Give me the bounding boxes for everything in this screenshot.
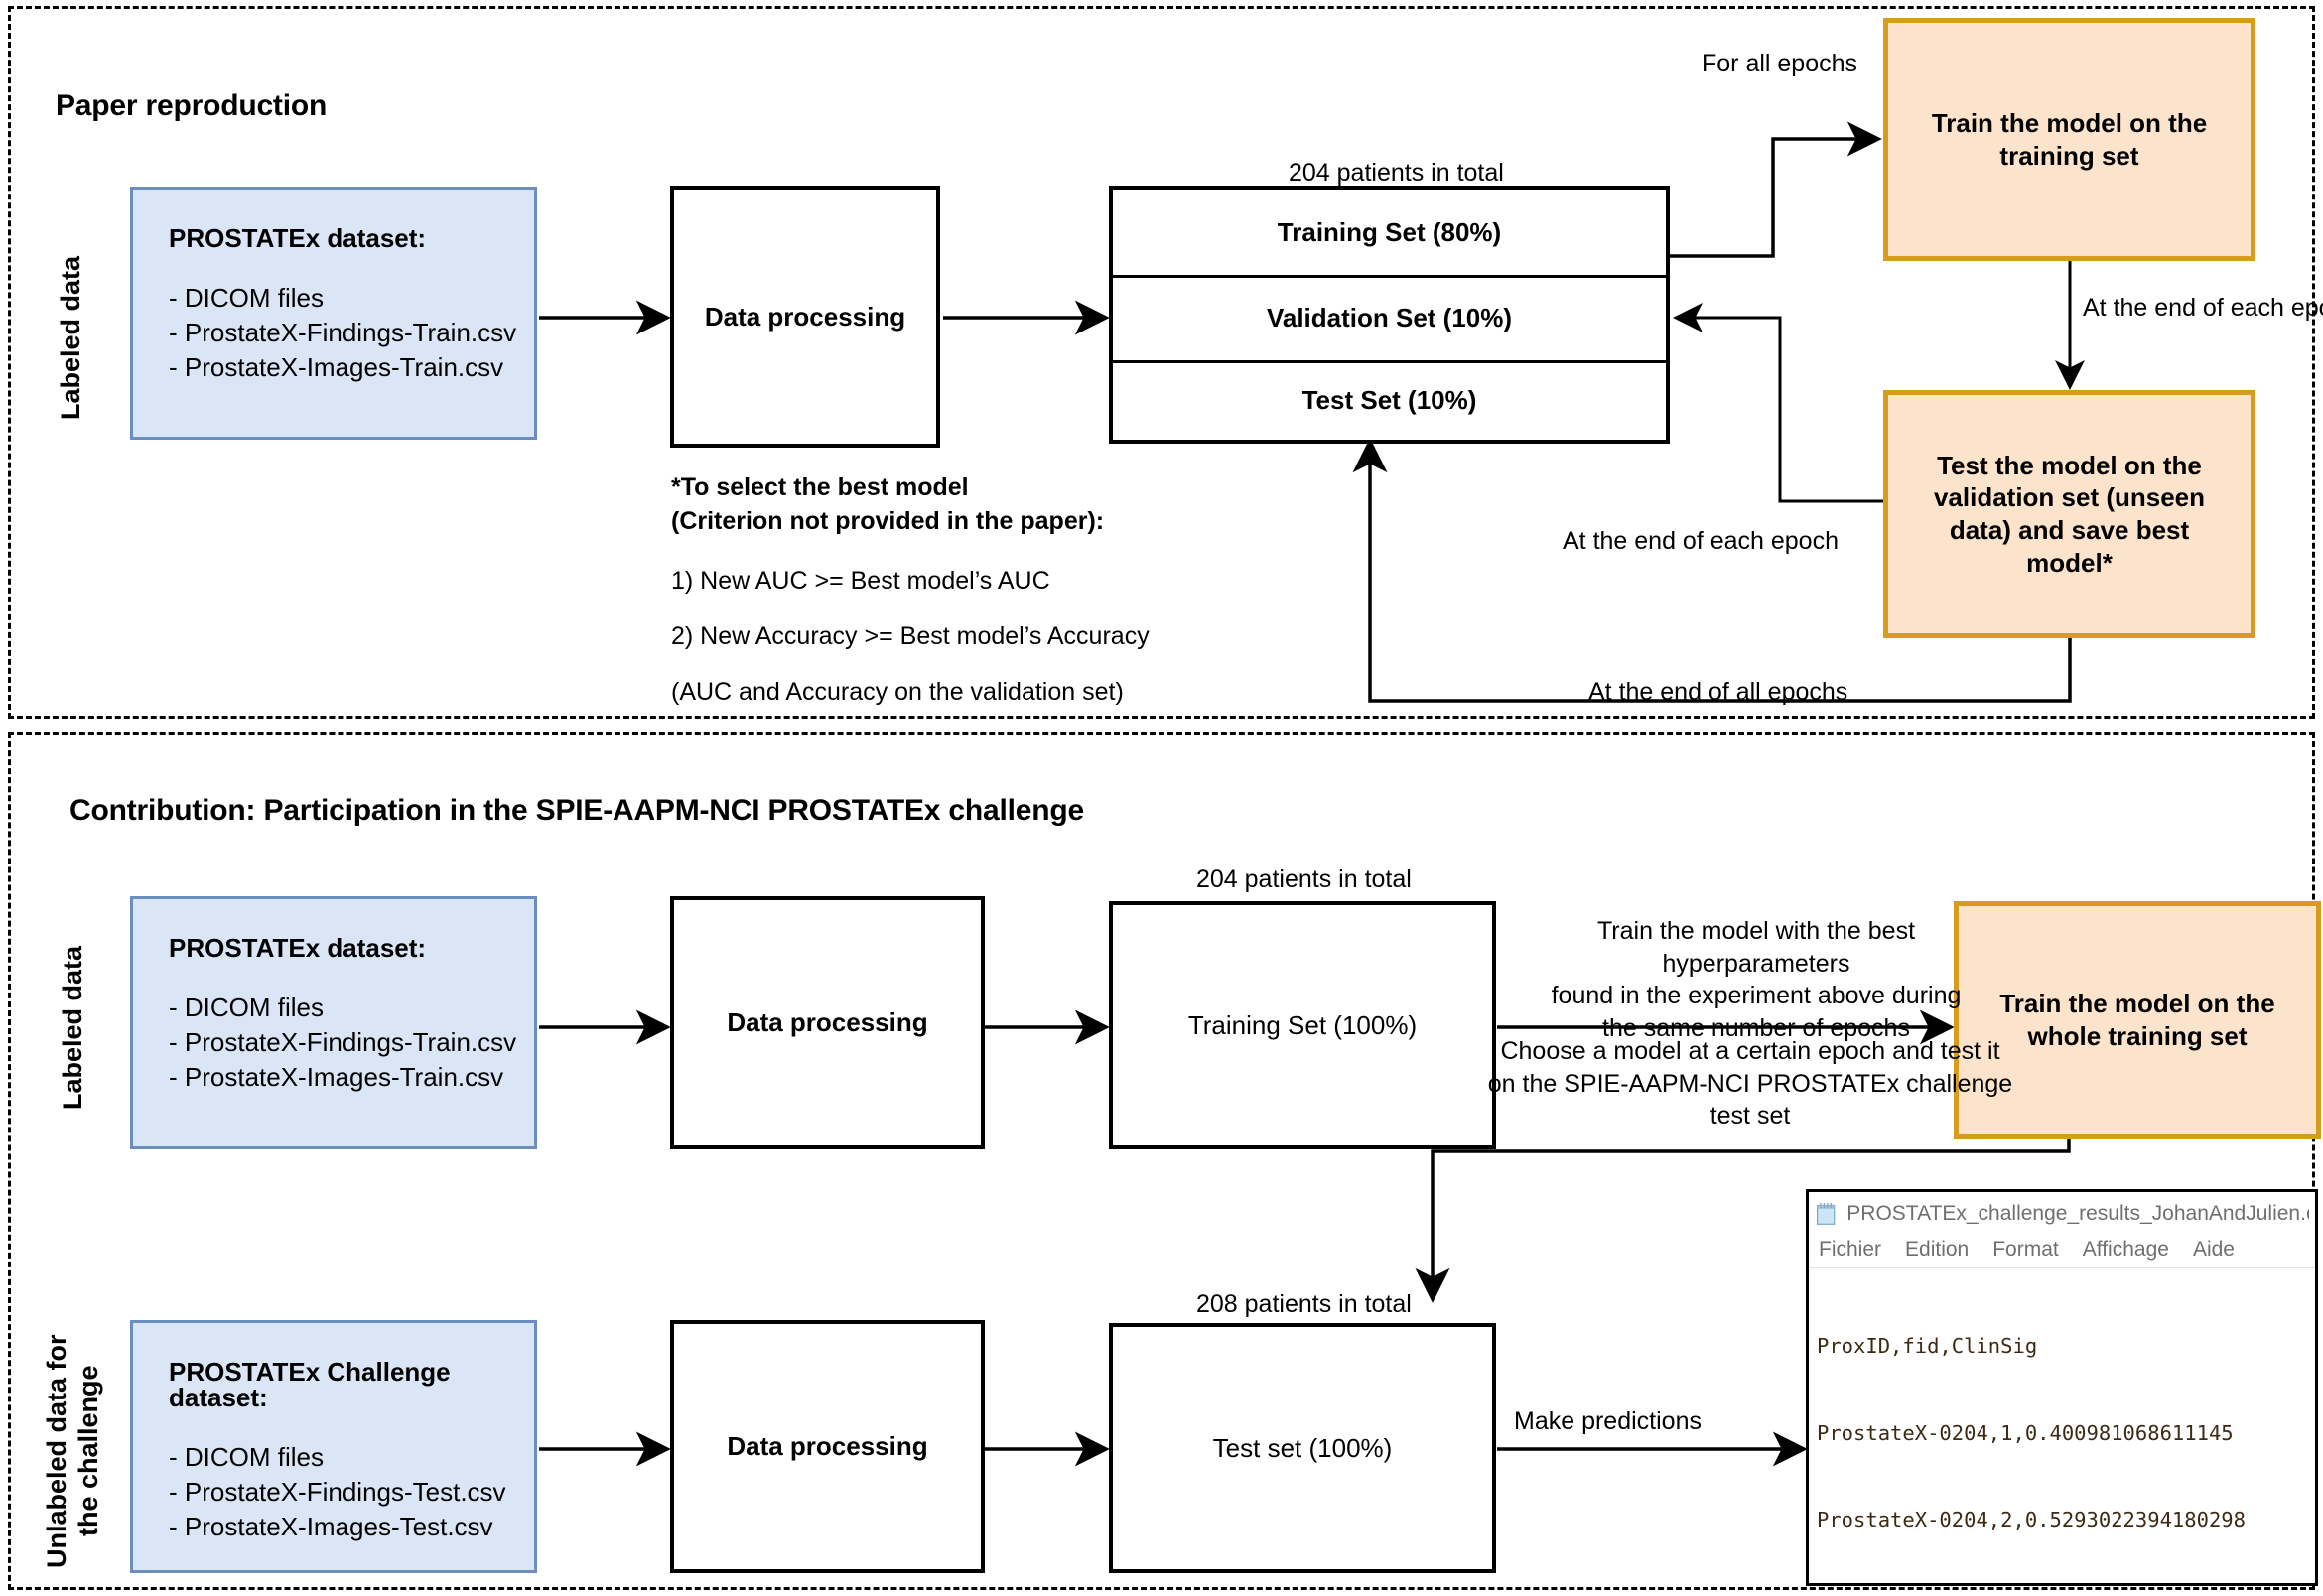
diagram-canvas: Paper reproduction Labeled data PROSTATE… — [0, 0, 2323, 1596]
menu-item-edition[interactable]: Edition — [1905, 1238, 1969, 1262]
menu-item-format[interactable]: Format — [1992, 1238, 2059, 1262]
prostatex-dataset-box-top-content: PROSTATEx dataset: - DICOM files - Prost… — [169, 225, 516, 389]
data-processing-label: Data processing — [704, 301, 906, 332]
dataset-item: - ProstateX-Findings-Train.csv — [169, 318, 517, 347]
notepad-menubar[interactable]: Fichier Edition Format Affichage Aide — [1809, 1236, 2315, 1268]
side-label-labeled-data-top: Labeled data — [56, 255, 85, 420]
dataset-title: PROSTATEx dataset: — [169, 223, 427, 253]
dataset-item: - ProstateX-Images-Test.csv — [169, 1512, 493, 1541]
notepad-text-area[interactable]: ProxID,fid,ClinSig ProstateX-0204,1,0.40… — [1809, 1268, 2315, 1583]
split-row-training: Training Set (80%) — [1277, 216, 1502, 247]
prostatex-dataset-box-bottom-content: PROSTATEx dataset: - DICOM files - Prost… — [169, 935, 516, 1099]
menu-item-aide[interactable]: Aide — [2193, 1238, 2235, 1262]
edge-label-train-hyperparameters: Train the model with the best hyperparam… — [1551, 917, 1962, 1042]
split-caption-top: 204 patients in total — [1289, 159, 1504, 187]
csv-line: ProxID,fid,ClinSig — [1817, 1334, 2038, 1359]
criterion-item: 2) New Accuracy >= Best model’s Accuracy — [671, 621, 1150, 650]
dataset-item: - DICOM files — [169, 1442, 324, 1472]
panel-top-title: Paper reproduction — [56, 89, 328, 122]
train-model-box-top: Train the model on the training set — [1883, 18, 2255, 261]
data-processing-box-train: Data processing — [670, 896, 985, 1149]
prostatex-challenge-dataset-box-content: PROSTATEx Challenge dataset: - DICOM fil… — [169, 1359, 534, 1548]
dataset-title: PROSTATEx dataset: — [169, 933, 427, 963]
csv-line: ProstateX-0204,2,0.5293022394180298 — [1817, 1507, 2246, 1531]
best-model-criterion-note: *To select the best model (Criterion not… — [671, 471, 1150, 735]
prostatex-dataset-box-top: PROSTATEx dataset: - DICOM files - Prost… — [130, 187, 537, 440]
dataset-item: - ProstateX-Images-Train.csv — [169, 352, 504, 382]
data-processing-box-test: Data processing — [670, 1320, 985, 1573]
split-row-validation: Validation Set (10%) — [1266, 302, 1513, 332]
test-set-label: Test set (100%) — [1212, 1432, 1393, 1463]
menu-item-fichier[interactable]: Fichier — [1819, 1238, 1881, 1262]
dataset-item: - DICOM files — [169, 993, 324, 1022]
dataset-item: - DICOM files — [169, 283, 324, 313]
prostatex-dataset-box-bottom: PROSTATEx dataset: - DICOM files - Prost… — [130, 896, 537, 1149]
criterion-heading: *To select the best model (Criterion not… — [671, 473, 1105, 535]
csv-line: ProstateX-0204,1,0.400981068611145 — [1817, 1420, 2234, 1445]
criterion-item: 1) New AUC >= Best model’s AUC — [671, 566, 1050, 595]
panel-bottom-title: Contribution: Participation in the SPIE-… — [69, 794, 1085, 827]
edge-label-make-predictions: Make predictions — [1514, 1407, 1702, 1435]
dataset-item: - ProstateX-Findings-Train.csv — [169, 1027, 517, 1057]
training-set-box: Training Set (100%) — [1109, 901, 1496, 1149]
dataset-split-box: Training Set (80%) Validation Set (10%) … — [1109, 186, 1670, 444]
test-set-box: Test set (100%) — [1109, 1323, 1496, 1573]
criterion-item: (AUC and Accuracy on the validation set) — [671, 677, 1124, 706]
validate-model-box: Test the model on the validation set (un… — [1883, 390, 2255, 638]
notepad-window[interactable]: PROSTATEx_challenge_results_JohanAndJuli… — [1806, 1189, 2318, 1586]
training-set-label: Training Set (100%) — [1187, 1009, 1418, 1040]
test-caption-bottom: 208 patients in total — [1196, 1290, 1412, 1318]
split-row-test: Test Set (10%) — [1301, 384, 1477, 415]
notepad-icon — [1816, 1202, 1836, 1225]
menu-item-affichage[interactable]: Affichage — [2083, 1238, 2169, 1262]
dataset-title: PROSTATEx Challenge dataset: — [169, 1357, 451, 1412]
data-processing-label: Data processing — [727, 1431, 928, 1461]
edge-label-end-each-epoch-left: At the end of each epoch — [1563, 527, 1839, 555]
edge-label-choose-model: Choose a model at a certain epoch and te… — [1487, 1037, 2013, 1130]
side-label-labeled-data-bottom: Labeled data — [58, 945, 87, 1110]
train-caption-bottom: 204 patients in total — [1196, 865, 1412, 893]
edge-label-end-all-epochs: At the end of all epochs — [1588, 678, 1848, 706]
dataset-item: - ProstateX-Findings-Test.csv — [169, 1477, 506, 1507]
data-processing-box-top: Data processing — [670, 186, 940, 448]
prostatex-challenge-dataset-box: PROSTATEx Challenge dataset: - DICOM fil… — [130, 1320, 537, 1573]
notepad-title-text: PROSTATEx_challenge_results_JohanAndJuli… — [1846, 1202, 2309, 1225]
dataset-item: - ProstateX-Images-Train.csv — [169, 1062, 504, 1092]
edge-label-for-all-epochs: For all epochs — [1702, 50, 1858, 77]
side-label-unlabeled-data: Unlabeled data for the challenge — [42, 1334, 103, 1568]
data-processing-label: Data processing — [727, 1007, 928, 1037]
edge-label-end-each-epoch-right: At the end of each epoch — [2083, 294, 2323, 322]
notepad-titlebar: PROSTATEx_challenge_results_JohanAndJuli… — [1809, 1192, 2315, 1236]
